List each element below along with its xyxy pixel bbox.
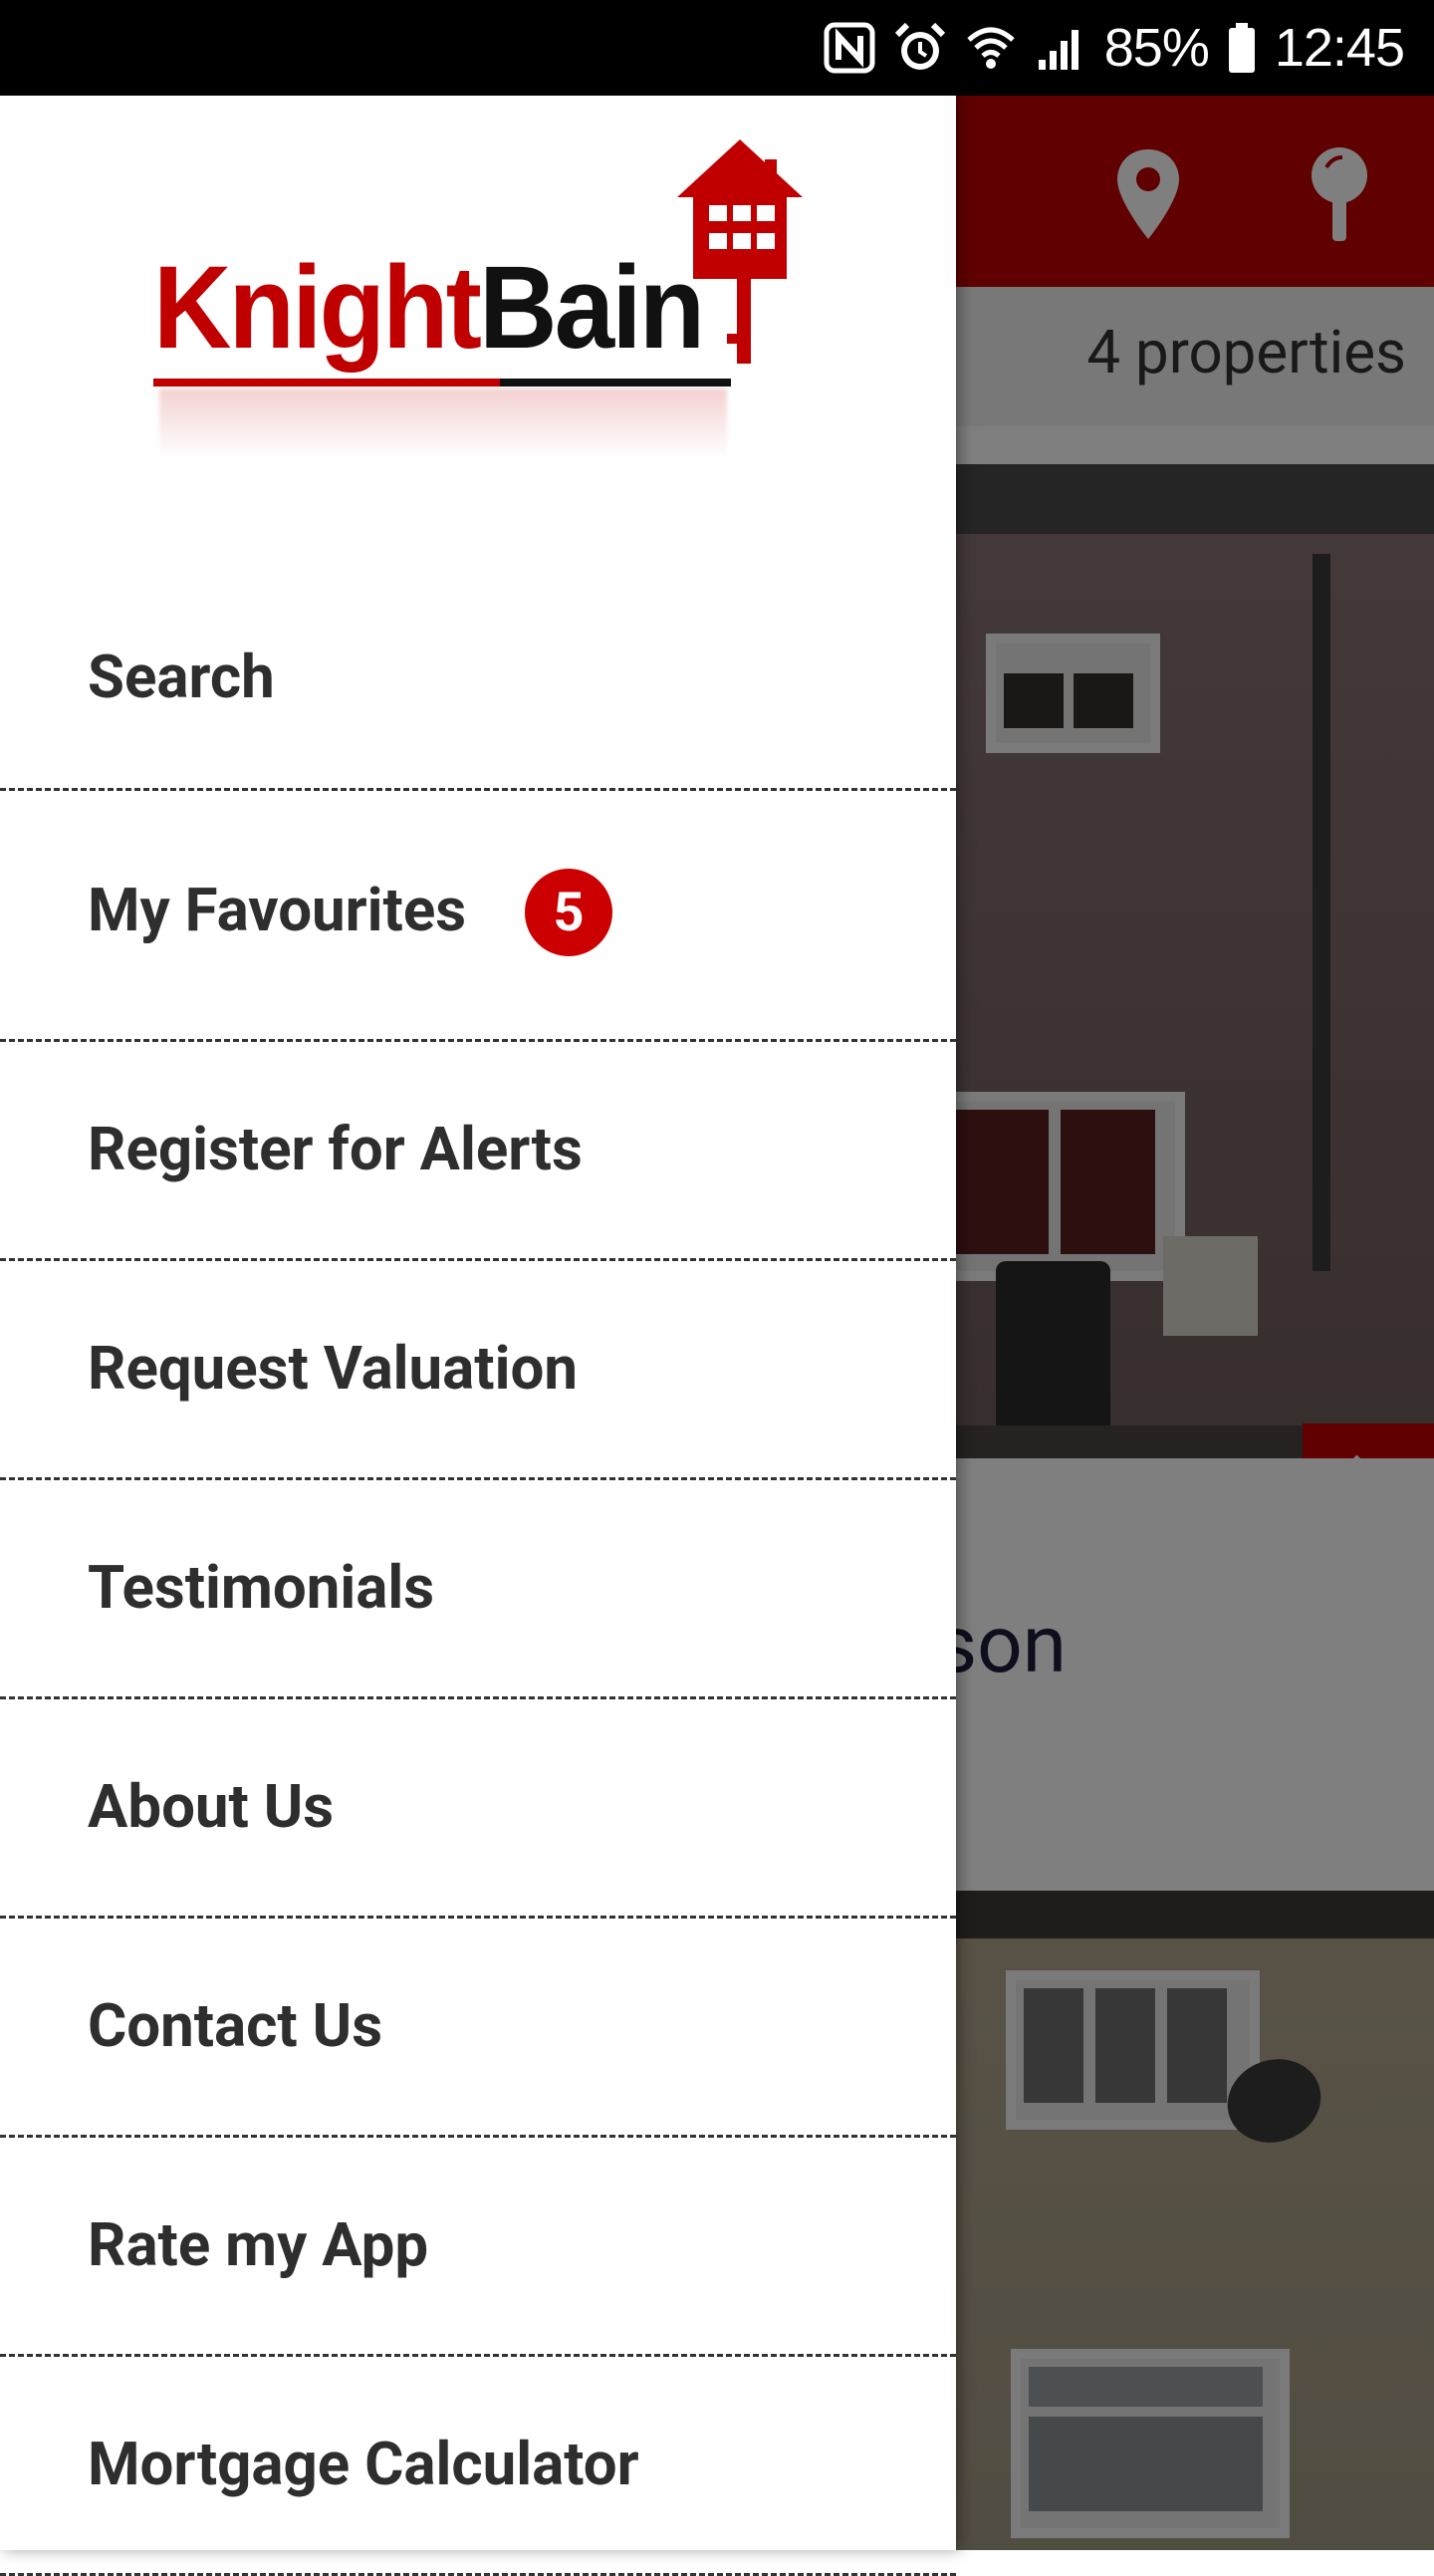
knight-bain-logo: KnightBain (149, 139, 807, 458)
status-bar: 85% 12:45 (0, 0, 1434, 96)
menu-item-label: Request Valuation (88, 1333, 578, 1404)
menu-item-testimonials[interactable]: Testimonials (0, 1480, 956, 1699)
menu-item-label: Rate my App (88, 2209, 429, 2280)
house-key-icon (675, 139, 805, 364)
battery-icon (1227, 21, 1257, 75)
menu-item-register-for-alerts[interactable]: Register for Alerts (0, 1042, 956, 1261)
menu-item-about-us[interactable]: About Us (0, 1699, 956, 1919)
battery-percent: 85% (1103, 18, 1210, 78)
menu-item-label: Register for Alerts (88, 1114, 583, 1184)
logo-reflection (159, 388, 727, 458)
menu-item-label: Testimonials (88, 1552, 435, 1623)
alarm-icon (893, 21, 947, 75)
menu-item-request-valuation[interactable]: Request Valuation (0, 1261, 956, 1480)
menu-item-label: Contact Us (88, 1990, 383, 2061)
menu-item-label: About Us (88, 1771, 335, 1842)
menu-item-label: My Favourites (88, 875, 467, 945)
signal-icon (1035, 22, 1086, 74)
wifi-icon (965, 22, 1017, 74)
drawer-menu: Search My Favourites 5 Register for Aler… (0, 524, 956, 2576)
status-icons: 85% 12:45 (824, 0, 1405, 96)
menu-item-label: Mortgage Calculator (88, 2429, 639, 2499)
menu-item-search[interactable]: Search (0, 524, 956, 791)
menu-item-contact-us[interactable]: Contact Us (0, 1919, 956, 2138)
logo-wordmark: KnightBain (153, 242, 705, 374)
nfc-icon (824, 22, 875, 74)
menu-item-mortgage-calculator[interactable]: Mortgage Calculator (0, 2357, 956, 2576)
clock: 12:45 (1274, 18, 1405, 78)
menu-item-label: Search (88, 642, 275, 712)
menu-item-my-favourites[interactable]: My Favourites 5 (0, 791, 956, 1042)
favourites-count-badge: 5 (525, 869, 612, 956)
menu-item-rate-my-app[interactable]: Rate my App (0, 2138, 956, 2357)
logo-underline (153, 379, 731, 386)
navigation-drawer: KnightBain Search My Favourites 5 Regist… (0, 96, 956, 2576)
